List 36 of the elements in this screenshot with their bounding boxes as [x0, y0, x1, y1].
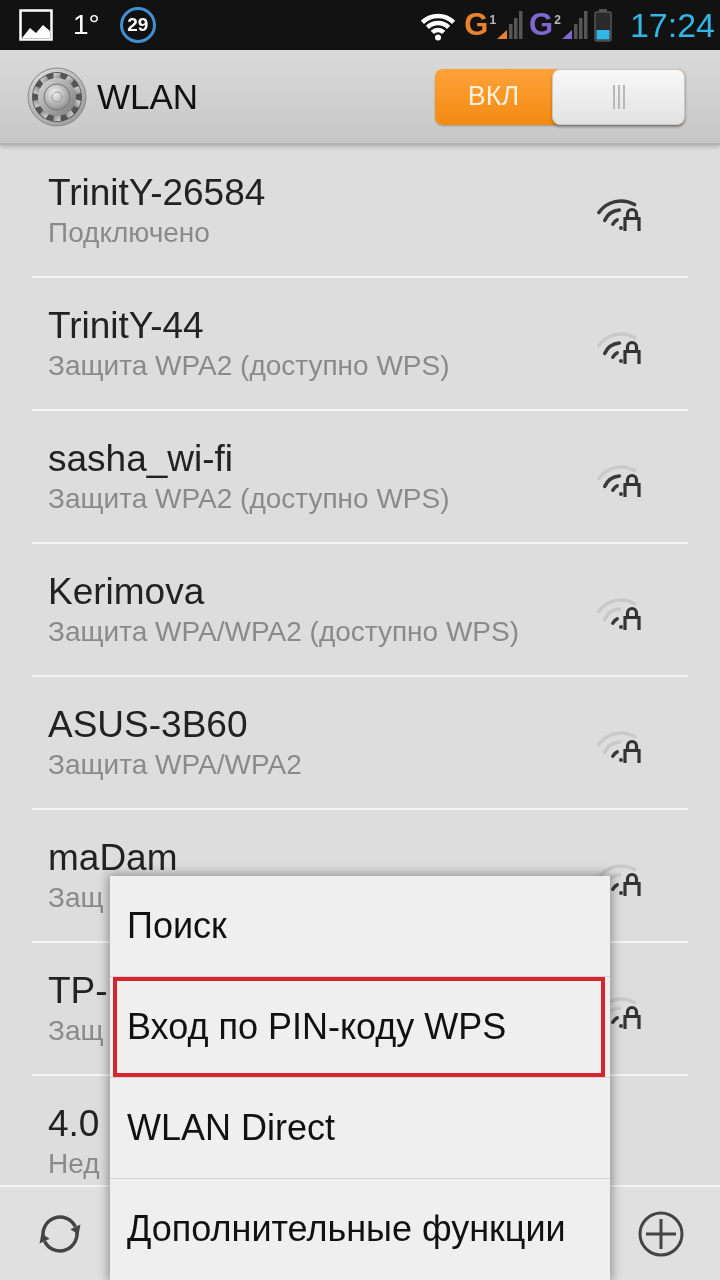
network-status: Подключено — [48, 216, 210, 249]
network-status: Защита WPA2 (доступно WPS) — [48, 349, 450, 382]
network-name: TP- — [48, 970, 108, 1011]
menu-item[interactable]: Дополнительные функции — [113, 1179, 605, 1279]
temperature-text: 1° — [73, 9, 100, 41]
grip-icon — [611, 84, 626, 109]
screen-title: WLAN — [97, 76, 199, 117]
network-status: Защита WPA2 (доступно WPS) — [48, 482, 450, 515]
signal-bars-icon — [561, 11, 588, 39]
sim-slot-text: 2 — [554, 13, 561, 27]
network-name: Kerimova — [48, 571, 205, 612]
network-name: maDam — [48, 837, 178, 878]
notification-badge: 29 — [119, 7, 156, 43]
clock-time: 17:24 — [629, 6, 715, 44]
network-name: sasha_wi-fi — [48, 438, 234, 479]
network-type-text: G — [464, 8, 489, 42]
signal-bars-icon — [497, 11, 524, 39]
network-name: TrinitY-26584 — [48, 172, 266, 213]
sim-slot-text: 1 — [489, 13, 497, 27]
menu-item[interactable]: Вход по PIN-коду WPS — [113, 977, 605, 1077]
gear-icon[interactable] — [27, 66, 87, 127]
network-status: Защ — [48, 1014, 104, 1047]
network-status: Нед — [48, 1147, 100, 1180]
plus-icon[interactable] — [638, 1210, 684, 1257]
network-status: Защита WPA/WPA2 (доступно WPS) — [48, 615, 519, 648]
image-icon — [19, 9, 53, 41]
network-status: Защита WPA/WPA2 — [48, 748, 302, 781]
network-status: Защ — [48, 881, 104, 914]
menu-item[interactable]: Поиск — [113, 876, 605, 976]
network-name: TrinitY-44 — [48, 305, 204, 346]
network-name: ASUS-3B60 — [48, 704, 248, 745]
battery-icon — [591, 8, 614, 42]
network-name: 4.0 — [48, 1103, 100, 1144]
switch-thumb[interactable] — [552, 68, 685, 125]
network-type-text: G — [529, 8, 554, 42]
menu-item[interactable]: WLAN Direct — [113, 1078, 605, 1178]
